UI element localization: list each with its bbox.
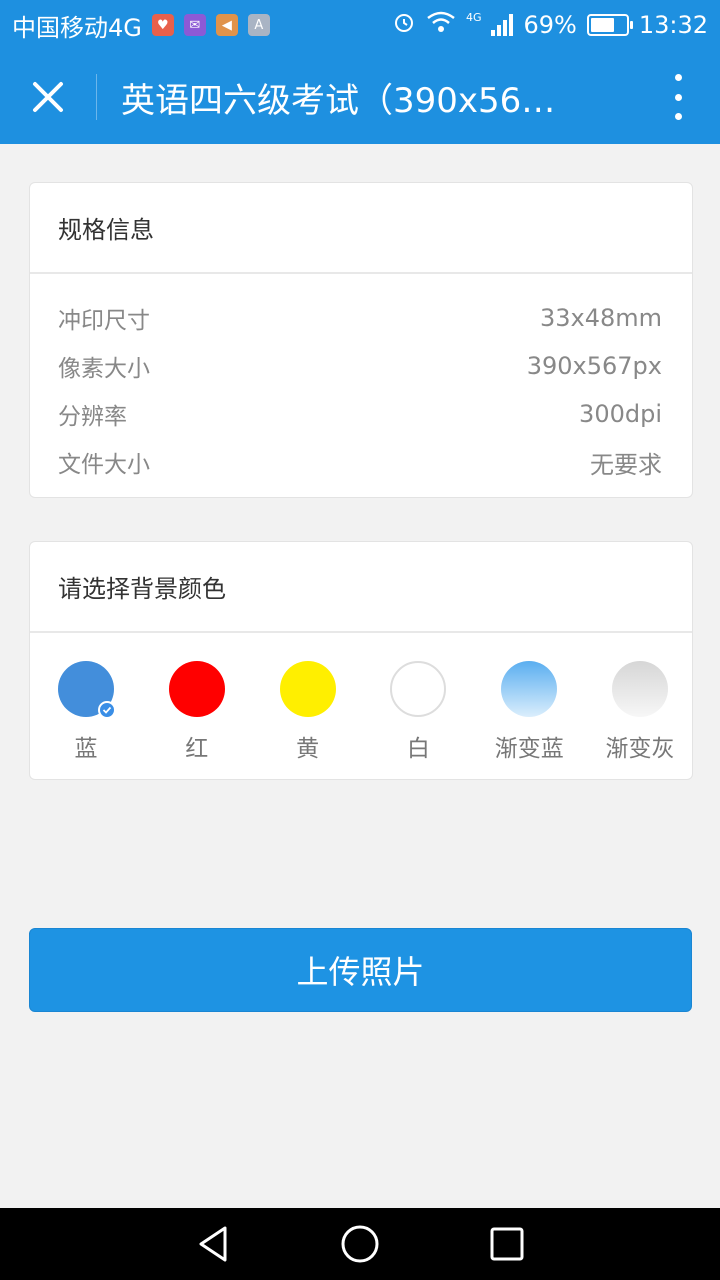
spec-label: 像素大小 xyxy=(58,356,150,382)
signal-icon xyxy=(491,14,514,36)
color-swatch[interactable] xyxy=(390,661,447,717)
home-button[interactable] xyxy=(335,1219,385,1269)
page-title: 英语四六级考试（390x567... xyxy=(121,80,567,121)
wifi-icon xyxy=(426,10,456,40)
battery-percent: 69% xyxy=(523,11,577,39)
network-type: 4G xyxy=(465,10,482,24)
carrier-label: 中国移动4G xyxy=(12,13,142,42)
color-label: 蓝 xyxy=(74,736,98,762)
color-swatch[interactable] xyxy=(58,661,116,719)
recents-square-icon xyxy=(490,1227,524,1261)
spec-value: 300dpi xyxy=(579,400,662,428)
color-label: 黄 xyxy=(296,736,320,762)
system-nav-bar xyxy=(0,1208,720,1280)
title-bar: 英语四六级考试（390x567... xyxy=(0,50,720,144)
app-orange-icon: ◀ xyxy=(215,14,238,36)
status-bar-left: 中国移动4G ♥ ✉ ◀ A xyxy=(12,8,270,43)
close-icon xyxy=(33,82,63,112)
home-circle-icon xyxy=(341,1225,379,1263)
spec-label: 文件大小 xyxy=(58,452,150,478)
upload-photo-button[interactable]: 上传照片 xyxy=(29,928,692,1012)
spec-row-print-size: 冲印尺寸 33x48mm xyxy=(58,294,662,342)
app-gray-icon: A xyxy=(247,14,270,36)
color-option-gradient-gray[interactable]: 渐变灰 xyxy=(605,661,674,763)
spec-value: 无要求 xyxy=(590,450,662,479)
spec-info-card: 规格信息 冲印尺寸 33x48mm 像素大小 390x567px 分辨率 300… xyxy=(29,182,693,498)
spec-value: 33x48mm xyxy=(539,304,662,332)
close-button[interactable] xyxy=(0,50,96,144)
color-swatch[interactable] xyxy=(611,661,668,717)
check-icon xyxy=(98,701,116,719)
back-triangle-icon xyxy=(199,1226,227,1262)
color-swatch[interactable] xyxy=(501,661,558,717)
recents-button[interactable] xyxy=(482,1219,532,1269)
color-option-blue[interactable]: 蓝 xyxy=(56,661,116,763)
color-option-red[interactable]: 红 xyxy=(167,661,227,763)
spec-card-heading: 规格信息 xyxy=(30,183,692,274)
app-purple-icon: ✉ xyxy=(183,14,206,36)
background-color-card: 请选择背景颜色 蓝 红 黄 白 渐变蓝 渐变灰 xyxy=(29,541,693,780)
color-label: 白 xyxy=(406,736,430,762)
color-label: 渐变灰 xyxy=(605,736,675,762)
more-vertical-icon xyxy=(674,74,682,81)
more-options-button[interactable] xyxy=(666,74,690,120)
status-bar: 中国移动4G ♥ ✉ ◀ A 4G 69% 13:32 xyxy=(0,0,720,50)
alarm-icon xyxy=(392,10,416,40)
spec-label: 冲印尺寸 xyxy=(58,308,150,334)
clock: 13:32 xyxy=(638,11,708,39)
color-option-white[interactable]: 白 xyxy=(388,661,448,763)
color-card-heading: 请选择背景颜色 xyxy=(30,542,692,633)
color-swatch[interactable] xyxy=(168,661,225,717)
spec-row-resolution: 分辨率 300dpi xyxy=(58,390,662,438)
back-button[interactable] xyxy=(188,1219,238,1269)
color-options: 蓝 红 黄 白 渐变蓝 渐变灰 xyxy=(30,633,692,763)
color-option-yellow[interactable]: 黄 xyxy=(278,661,338,763)
spec-row-file-size: 文件大小 无要求 xyxy=(58,438,662,486)
color-label: 渐变蓝 xyxy=(494,736,564,762)
color-label: 红 xyxy=(185,736,209,762)
battery-icon xyxy=(586,14,633,36)
status-bar-right: 4G 69% 13:32 xyxy=(392,10,708,40)
color-option-gradient-blue[interactable]: 渐变蓝 xyxy=(495,661,564,763)
color-swatch[interactable] xyxy=(279,661,336,717)
spec-row-pixel-size: 像素大小 390x567px xyxy=(58,342,662,390)
app-red-icon: ♥ xyxy=(151,14,174,36)
spec-value: 390x567px xyxy=(526,352,662,380)
spec-label: 分辨率 xyxy=(58,404,127,430)
spec-list: 冲印尺寸 33x48mm 像素大小 390x567px 分辨率 300dpi 文… xyxy=(30,274,692,506)
